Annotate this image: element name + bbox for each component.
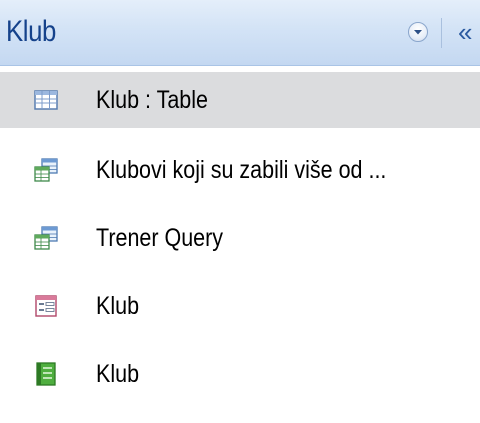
list-item-trener-query[interactable]: Trener Query [0,204,480,272]
query-icon [34,226,58,250]
chevron-down-circle-icon [414,30,422,35]
list-item-label: Klub [96,292,140,320]
list-item-klub-table[interactable]: Klub : Table [0,72,480,128]
nav-pane-title: Klub [6,15,56,48]
list-item-klub-form[interactable]: Klub [0,272,480,340]
list-item-label: Klub : Table [96,86,208,114]
shutter-bar-collapse-button[interactable]: « [452,16,480,50]
list-item-label: Klubovi koji su zabili više od ... [96,156,387,184]
list-item-query-klubovi[interactable]: Klubovi koji su zabili više od ... [0,136,480,204]
object-list: Klub : Table Klubovi koji su zabili više… [0,72,480,408]
double-chevron-left-icon: « [458,17,473,47]
nav-pane-header[interactable]: Klub « [0,0,480,66]
form-icon [35,295,57,317]
list-item-label: Klub [96,360,140,388]
query-icon [34,158,58,182]
report-icon [36,362,56,386]
list-item-klub-report[interactable]: Klub [0,340,480,408]
table-icon [34,90,58,110]
navigation-pane: Klub « Klub : Table Klubovi koji su zabi… [0,0,480,423]
category-dropdown-button[interactable] [408,22,428,42]
list-item-label: Trener Query [96,224,224,252]
header-divider [441,18,442,48]
